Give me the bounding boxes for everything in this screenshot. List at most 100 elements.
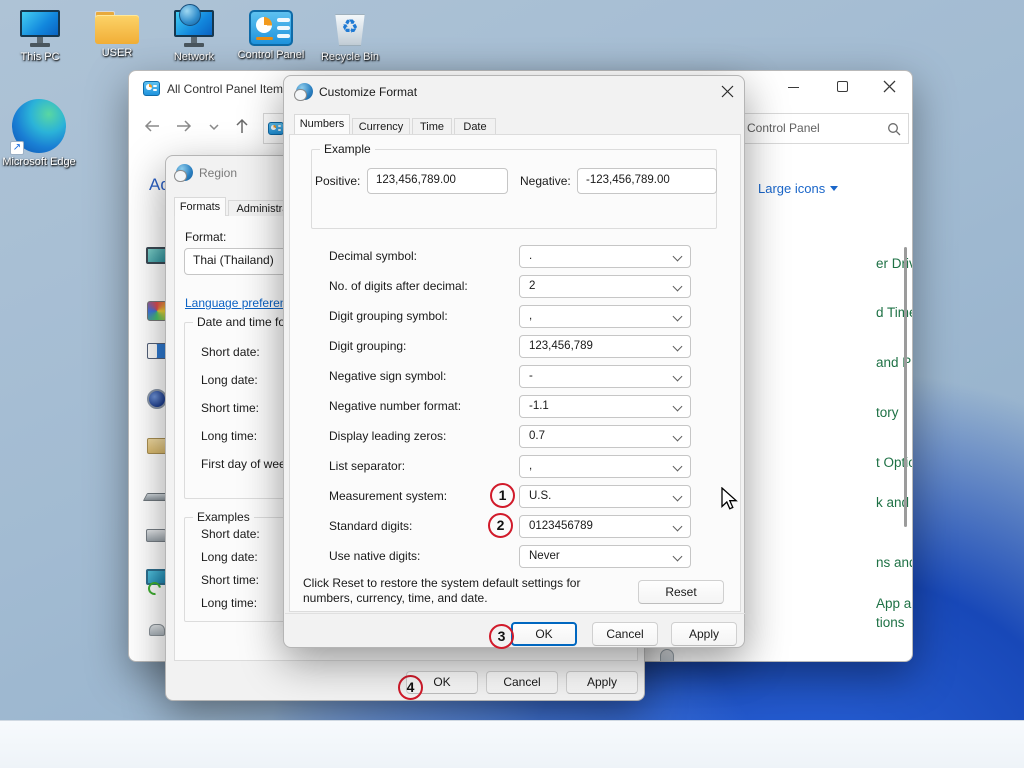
region-apply-button[interactable]: Apply: [566, 671, 638, 694]
desktop-icon-label: Network: [157, 51, 231, 64]
field-label: No. of digits after decimal:: [329, 279, 468, 293]
cp-item-link[interactable]: d Time: [876, 305, 913, 320]
first-day-of-week-label: First day of week:: [201, 457, 295, 471]
caret-down-icon: [830, 186, 838, 191]
short-time-label: Short time:: [201, 401, 259, 415]
field-label: Use native digits:: [329, 549, 420, 563]
example-long-date-label: Long date:: [201, 550, 258, 564]
cp-item-link[interactable]: App and Desktop: [876, 596, 913, 611]
field-label: List separator:: [329, 459, 405, 473]
field-row-negative-number-format: Negative number format: -1.1: [284, 395, 746, 418]
cp-item-link[interactable]: and Printers: [876, 355, 913, 370]
button-separator: [285, 613, 745, 614]
desktop-icon-control-panel[interactable]: Control Panel: [234, 10, 308, 62]
example-long-time-label: Long time:: [201, 596, 257, 610]
speech-recognition-icon: [660, 649, 674, 662]
close-button[interactable]: [875, 75, 905, 99]
positive-value: 123,456,789.00: [376, 174, 456, 186]
this-pc-icon: [19, 8, 61, 48]
tab-numbers[interactable]: Numbers: [294, 114, 350, 134]
field-label: Negative number format:: [329, 399, 461, 413]
cp-item-link[interactable]: tions: [876, 615, 905, 630]
minimize-button[interactable]: [779, 75, 809, 99]
recycle-bin-icon: ♻: [330, 8, 370, 48]
field-label: Decimal symbol:: [329, 249, 417, 263]
desktop-icon-recycle-bin[interactable]: ♻ Recycle Bin: [313, 8, 387, 64]
long-date-label: Long date:: [201, 373, 258, 387]
cp-item-link[interactable]: tory: [876, 405, 899, 420]
format-value: Thai (Thailand): [193, 253, 274, 267]
forward-button[interactable]: [175, 117, 193, 135]
use-native-digits-dropdown[interactable]: Never: [519, 545, 691, 568]
short-date-label: Short date:: [201, 345, 260, 359]
digit-grouping-symbol-dropdown[interactable]: ,: [519, 305, 691, 328]
field-row-digit-grouping-symbol: Digit grouping symbol: ,: [284, 305, 746, 328]
cp-item-link[interactable]: k and Sharing: [876, 495, 913, 510]
desktop-icon-user-folder[interactable]: USER: [80, 8, 154, 60]
desktop-icon-this-pc[interactable]: This PC: [3, 8, 77, 64]
control-panel-window-icon: [143, 81, 160, 96]
tab-formats[interactable]: Formats: [174, 197, 226, 216]
long-time-label: Long time:: [201, 429, 257, 443]
folder-options-icon: [147, 438, 167, 454]
back-button[interactable]: [143, 117, 161, 135]
annotation-step-1: 1: [490, 483, 515, 508]
dialog-close-button[interactable]: [712, 79, 742, 103]
annotation-step-4: 4: [398, 675, 423, 700]
desktop-wallpaper: This PC USER Network Control Panel ♻ Rec…: [0, 0, 1024, 768]
negative-sign-symbol-dropdown[interactable]: -: [519, 365, 691, 388]
cp-item-link[interactable]: er Drive Encryption: [876, 256, 913, 271]
field-row-standard-digits: Standard digits: 0123456789: [284, 515, 746, 538]
positive-example-field: 123,456,789.00: [367, 168, 508, 194]
reset-button[interactable]: Reset: [638, 580, 724, 604]
desktop-icon-network[interactable]: Network: [157, 8, 231, 64]
close-icon: [883, 80, 896, 93]
view-mode-label: Large icons: [758, 181, 825, 196]
example-legend: Example: [320, 142, 375, 156]
negative-example-field: -123,456,789.00: [577, 168, 717, 194]
field-row-negative-sign-symbol: Negative sign symbol: -: [284, 365, 746, 388]
region-cancel-button[interactable]: Cancel: [486, 671, 558, 694]
negative-number-format-dropdown[interactable]: -1.1: [519, 395, 691, 418]
example-short-time-label: Short time:: [201, 573, 259, 587]
field-row-list-separator: List separator: ,: [284, 455, 746, 478]
standard-digits-dropdown[interactable]: 0123456789: [519, 515, 691, 538]
maximize-button[interactable]: [828, 75, 858, 99]
tab-time[interactable]: Time: [412, 118, 452, 134]
customize-apply-button[interactable]: Apply: [671, 622, 737, 646]
tab-currency[interactable]: Currency: [352, 118, 410, 134]
display-leading-zeros-dropdown[interactable]: 0.7: [519, 425, 691, 448]
digit-grouping-dropdown[interactable]: 123,456,789: [519, 335, 691, 358]
arrow-up-icon: [233, 117, 251, 135]
desktop-icon-microsoft-edge[interactable]: ↗ Microsoft Edge: [2, 99, 76, 169]
tab-date[interactable]: Date: [454, 118, 496, 134]
arrow-left-icon: [143, 117, 161, 135]
digits-after-decimal-dropdown[interactable]: 2: [519, 275, 691, 298]
folder-icon: [93, 8, 141, 46]
shortcut-arrow-icon: ↗: [10, 141, 24, 155]
recent-pages-button[interactable]: [207, 120, 225, 138]
cp-item-link[interactable]: ns and Features: [876, 555, 913, 570]
network-icon: [173, 8, 215, 48]
media-wheel-icon: [147, 389, 167, 409]
up-button[interactable]: [233, 117, 251, 135]
annotation-step-3: 3: [489, 624, 514, 649]
decimal-symbol-dropdown[interactable]: .: [519, 245, 691, 268]
chevron-down-icon: [207, 120, 221, 134]
mouse-cursor: [720, 487, 740, 513]
customize-ok-button[interactable]: OK: [511, 622, 577, 646]
view-mode-dropdown[interactable]: Large icons: [758, 181, 825, 196]
customize-cancel-button[interactable]: Cancel: [592, 622, 658, 646]
reset-note: Click Reset to restore the system defaul…: [303, 576, 615, 606]
measurement-system-dropdown[interactable]: U.S.: [519, 485, 691, 508]
scrollbar[interactable]: [904, 247, 907, 527]
field-label: Measurement system:: [329, 489, 447, 503]
negative-label: Negative:: [520, 174, 571, 188]
control-panel-search-input[interactable]: Control Panel: [738, 113, 909, 144]
desktop-icon-label: Recycle Bin: [313, 51, 387, 64]
list-separator-dropdown[interactable]: ,: [519, 455, 691, 478]
cp-item-link[interactable]: t Options: [876, 455, 913, 470]
field-row-display-leading-zeros: Display leading zeros: 0.7: [284, 425, 746, 448]
field-row-digits-after-decimal: No. of digits after decimal: 2: [284, 275, 746, 298]
desktop-icon-label: USER: [80, 47, 154, 60]
